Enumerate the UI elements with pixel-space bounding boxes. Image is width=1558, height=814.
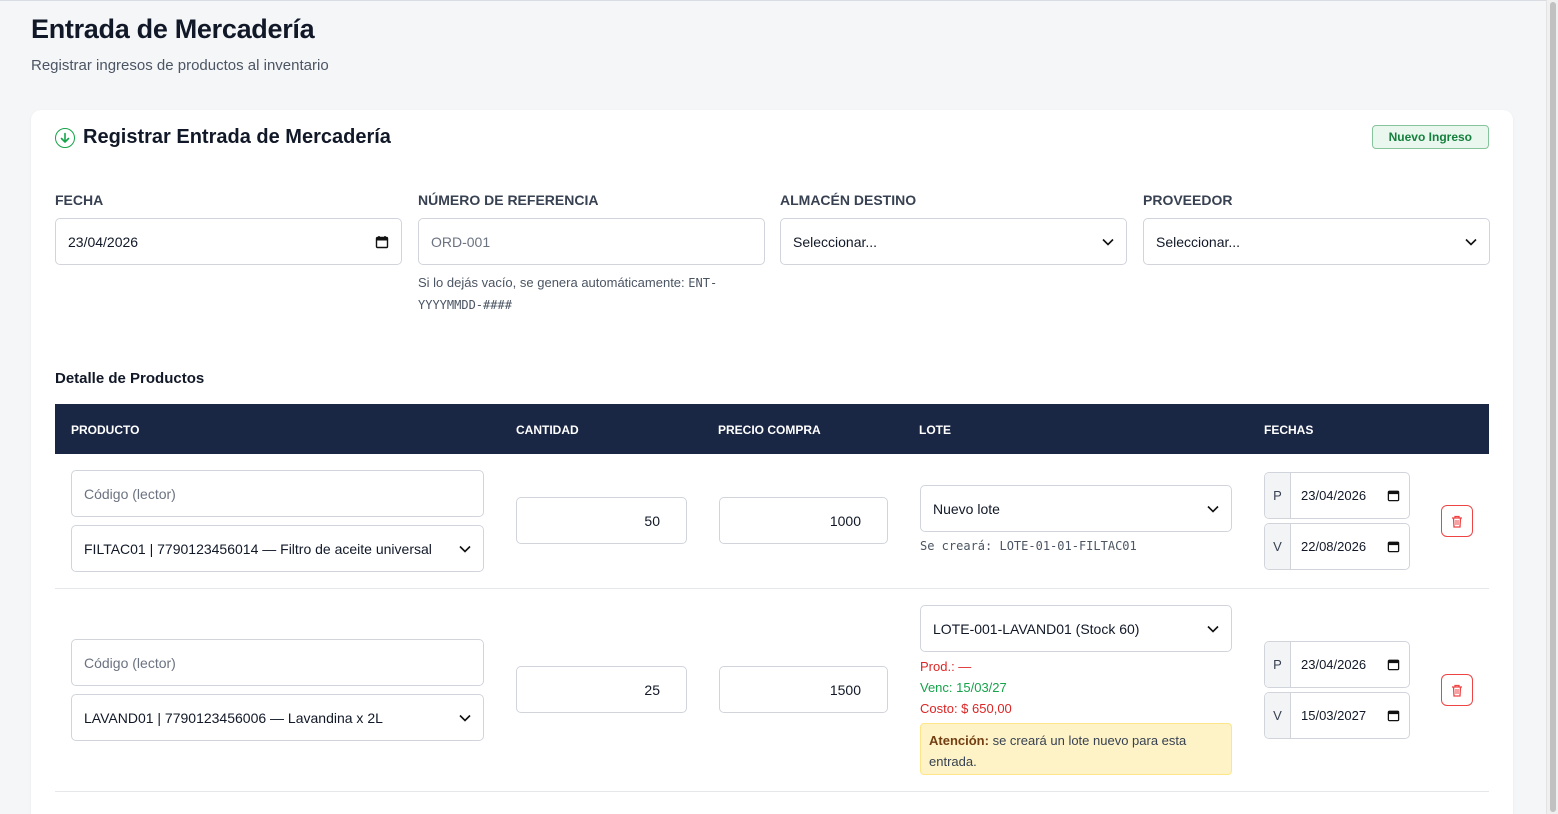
referencia-input[interactable]: ORD-001 [418,218,765,265]
codigo-placeholder: Código (lector) [84,485,176,502]
hint-code-prefix: ENT- [688,276,718,290]
prod-prefix: P [1265,642,1291,687]
venc-info: Venc: 15/03/27 [920,680,1007,695]
cantidad-value: 25 [644,681,660,698]
trash-icon [1452,515,1462,528]
venc-date: 15/03/2027 [1301,708,1367,723]
detalle-title: Detalle de Productos [55,370,205,387]
entry-card: Registrar Entrada de Mercadería Nuevo In… [31,110,1513,814]
col-precio: PRECIO COMPRA [718,423,821,437]
table-row: Código (lector) LAVAND01 | 7790123456006… [55,589,1489,792]
precio-value: 1000 [829,512,861,529]
costo-info: Costo: $ 650,00 [920,701,1012,716]
lote-value: LOTE-001-LAVAND01 (Stock 60) [933,620,1140,637]
cantidad-input[interactable]: 50 [516,497,687,544]
codigo-input[interactable]: Código (lector) [71,639,484,686]
venc-prefix: V [1265,524,1291,569]
lote-select[interactable]: Nuevo lote [920,485,1232,532]
proveedor-value: Seleccionar... [1156,233,1241,250]
producto-value: LAVAND01 | 7790123456006 — Lavandina x 2… [84,709,383,726]
calendar-icon[interactable] [1387,709,1400,722]
col-fechas: FECHAS [1264,423,1314,437]
scrollbar-thumb[interactable] [1550,2,1556,812]
lote-note: Se creará: LOTE-01-01-FILTAC01 [920,539,1137,553]
chevron-down-icon [1207,625,1219,633]
trash-icon [1452,684,1462,697]
referencia-hint: Si lo dejás vacío, se genera automáticam… [418,272,748,316]
referencia-label: Número de Referencia [418,192,599,208]
col-cantidad: CANTIDAD [516,423,579,437]
precio-input[interactable]: 1000 [719,497,888,544]
codigo-input[interactable]: Código (lector) [71,470,484,517]
producto-value: FILTAC01 | 7790123456014 — Filtro de ace… [84,540,432,557]
delete-row-button[interactable] [1441,505,1473,537]
fecha-produccion-input[interactable]: P 23/04/2026 [1264,641,1410,688]
vertical-scrollbar[interactable] [1546,0,1558,814]
calendar-icon[interactable] [1387,658,1400,671]
referencia-placeholder: ORD-001 [431,233,491,250]
fecha-vencimiento-input[interactable]: V 22/08/2026 [1264,523,1410,570]
fecha-value: 23/04/2026 [68,233,139,250]
calendar-icon[interactable] [375,235,389,249]
chevron-down-icon [459,545,471,553]
card-header: Registrar Entrada de Mercadería [55,126,391,149]
cantidad-input[interactable]: 25 [516,666,687,713]
hint-code-format: YYYYMMDD-#### [418,298,512,312]
chevron-down-icon [1207,505,1219,513]
calendar-icon[interactable] [1387,489,1400,502]
proveedor-select[interactable]: Seleccionar... [1143,218,1490,265]
col-lote: LOTE [919,423,951,437]
fecha-input[interactable]: 23/04/2026 [55,218,402,265]
fecha-label: Fecha [55,192,104,208]
hint-text: Si lo dejás vacío, se genera automáticam… [418,275,689,290]
status-badge: Nuevo Ingreso [1371,125,1489,149]
producto-select[interactable]: FILTAC01 | 7790123456014 — Filtro de ace… [71,525,484,572]
prod-prefix: P [1265,473,1291,518]
venc-prefix: V [1265,693,1291,738]
producto-select[interactable]: LAVAND01 | 7790123456006 — Lavandina x 2… [71,694,484,741]
precio-value: 1500 [829,681,861,698]
page-subtitle: Registrar ingresos de productos al inven… [31,57,329,74]
chevron-down-icon [459,714,471,722]
delete-row-button[interactable] [1441,674,1473,706]
lote-value: Nuevo lote [933,500,1000,517]
proveedor-label: Proveedor [1143,192,1233,208]
prod-date: 23/04/2026 [1301,488,1367,503]
warning-box: Atención: se creará un lote nuevo para e… [920,723,1232,775]
lote-note-code: LOTE-01-01-FILTAC01 [999,539,1137,553]
almacen-select[interactable]: Seleccionar... [780,218,1127,265]
table-header: PRODUCTO CANTIDAD PRECIO COMPRA LOTE FEC… [55,404,1489,454]
warning-label: Atención: [929,733,989,748]
page-title: Entrada de Mercadería [31,14,315,44]
table-row: Código (lector) FILTAC01 | 7790123456014… [55,454,1489,589]
top-border [0,0,1558,1]
fecha-produccion-input[interactable]: P 23/04/2026 [1264,472,1410,519]
venc-date: 22/08/2026 [1301,539,1367,554]
lote-note-label: Se creará: [920,539,1000,553]
almacen-label: Almacén Destino [780,192,917,208]
prod-date: 23/04/2026 [1301,657,1367,672]
almacen-value: Seleccionar... [793,233,878,250]
card-title: Registrar Entrada de Mercadería [83,126,391,148]
calendar-icon[interactable] [1387,540,1400,553]
chevron-down-icon [1465,238,1477,246]
cantidad-value: 50 [644,512,660,529]
codigo-placeholder: Código (lector) [84,654,176,671]
chevron-down-icon [1102,238,1114,246]
fecha-vencimiento-input[interactable]: V 15/03/2027 [1264,692,1410,739]
lote-select[interactable]: LOTE-001-LAVAND01 (Stock 60) [920,605,1232,652]
prod-info: Prod.: — [920,659,972,674]
arrow-down-circle-icon [55,127,75,148]
precio-input[interactable]: 1500 [719,666,888,713]
col-producto: PRODUCTO [71,423,140,437]
